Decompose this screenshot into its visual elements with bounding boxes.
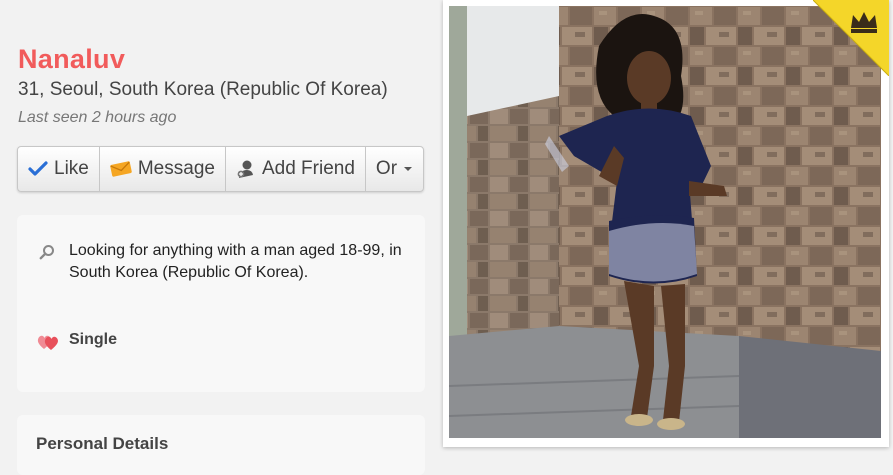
personal-details-title: Personal Details [36,434,169,453]
about-card: Looking for anything with a man aged 18-… [17,215,425,392]
add-friend-label: Add Friend [261,158,355,179]
action-button-group: Like Message Add Friend Or [17,146,425,192]
person-add-icon [236,159,256,179]
envelope-icon [110,161,132,177]
like-button[interactable]: Like [18,147,100,191]
more-options-button[interactable]: Or [366,147,423,191]
hearts-icon [37,333,61,356]
premium-badge [813,0,889,76]
personal-details-card: Personal Details [17,415,425,475]
message-button[interactable]: Message [100,147,226,191]
relationship-status-label: Single [69,331,118,348]
search-icon [39,244,55,267]
looking-for: Looking for anything with a man aged 18-… [37,240,419,284]
message-label: Message [137,158,215,179]
caret-down-icon [403,165,413,173]
relationship-status: Single [37,331,118,350]
profile-photo-frame [443,0,889,447]
profile-name: Nanaluv [18,44,126,74]
profile-details: 31, Seoul, South Korea (Republic Of Kore… [18,79,388,100]
more-label: Or [375,158,398,179]
check-icon [28,160,48,178]
last-seen: Last seen 2 hours ago [18,109,177,126]
add-friend-button[interactable]: Add Friend [226,147,366,191]
like-label: Like [54,158,89,179]
looking-for-text: Looking for anything with a man aged 18-… [69,242,402,281]
